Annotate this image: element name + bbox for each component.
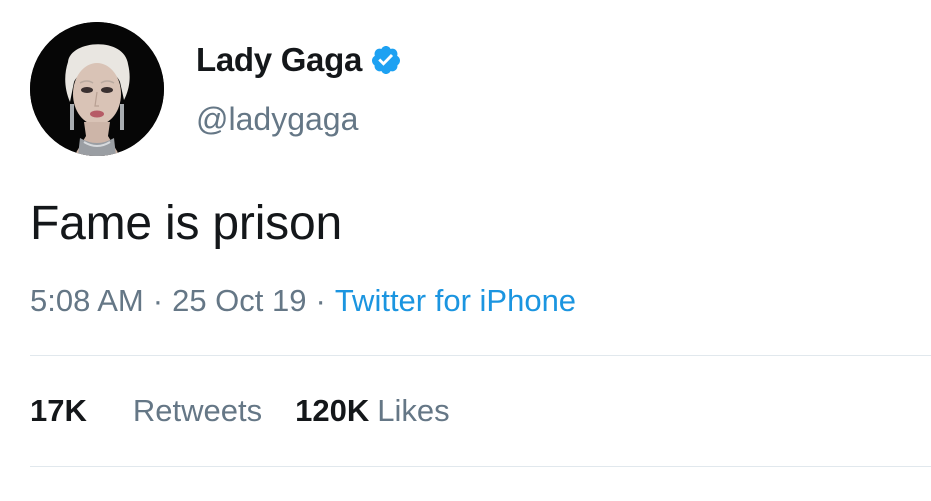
avatar[interactable]	[30, 22, 164, 156]
author-name-row[interactable]: Lady Gaga	[196, 38, 402, 82]
meta-separator: ·	[315, 283, 326, 318]
tweet-time[interactable]: 5:08 AM	[30, 283, 144, 319]
retweets-count: 17K	[30, 393, 87, 428]
display-name[interactable]: Lady Gaga	[196, 41, 362, 79]
tweet-source-link[interactable]: Twitter for iPhone	[335, 283, 576, 319]
likes-count: 120K	[295, 393, 370, 428]
divider	[30, 355, 931, 356]
verified-badge-icon	[370, 44, 402, 76]
divider	[30, 466, 931, 467]
retweets-label: Retweets	[132, 393, 263, 428]
likes-label: Likes	[377, 393, 450, 428]
tweet-stats: 17K Retweets 120K Likes	[30, 393, 450, 429]
retweets-stat[interactable]: 17K Retweets	[30, 393, 262, 429]
avatar-portrait-icon	[30, 22, 164, 156]
meta-separator: ·	[152, 283, 164, 318]
user-handle[interactable]: @ladygaga	[196, 101, 358, 138]
tweet-text: Fame is prison	[30, 197, 342, 250]
tweet-meta: 5:08 AM · 25 Oct 19 · Twitter for iPhone	[30, 283, 576, 319]
tweet-card: Lady Gaga @ladygaga Fame is prison 5:08 …	[0, 0, 931, 501]
likes-stat[interactable]: 120K Likes	[295, 393, 449, 429]
tweet-date[interactable]: 25 Oct 19	[172, 283, 306, 319]
